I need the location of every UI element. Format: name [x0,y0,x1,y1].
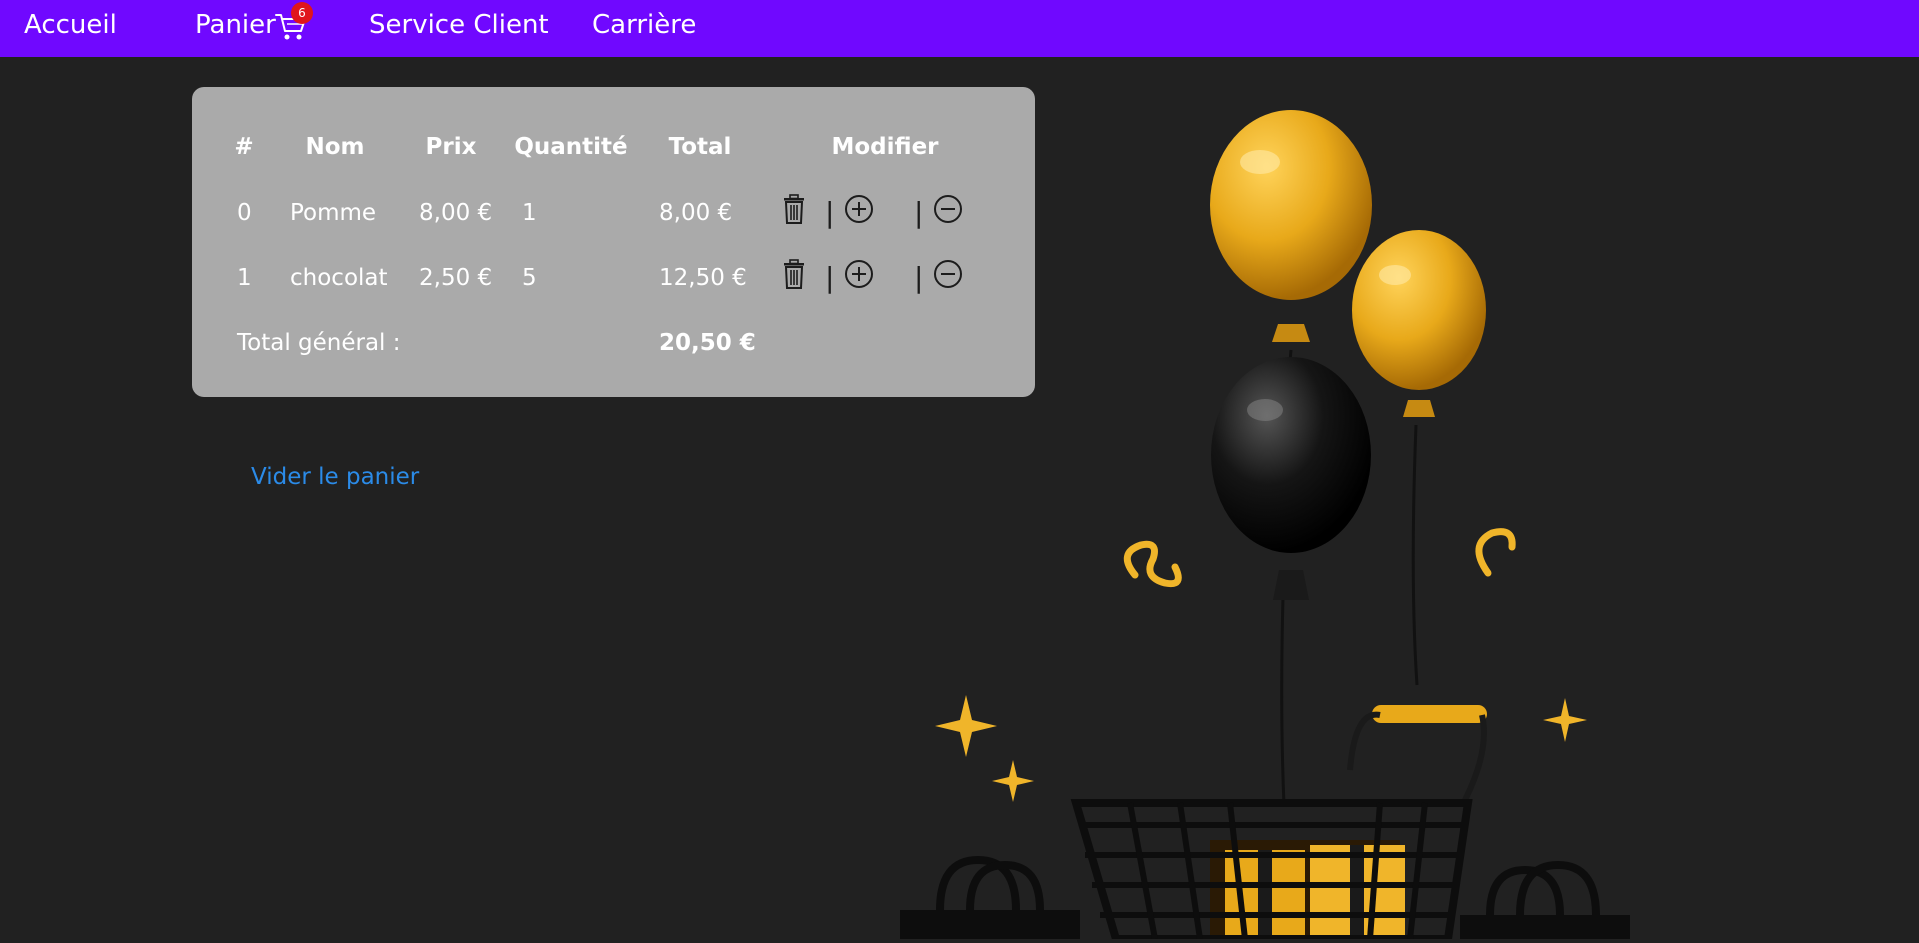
grand-total-label: Total général : [237,330,401,356]
cart-count-badge: 6 [291,2,313,24]
empty-cart-link[interactable]: Vider le panier [251,463,419,491]
star-sparkle [935,695,997,757]
row-name: chocolat [290,265,388,291]
trash-icon[interactable] [782,194,806,228]
row-total: 12,50 € [659,265,747,291]
nav-career-link[interactable]: Carrière [592,10,696,40]
row-total: 8,00 € [659,200,733,226]
header-total: Total [668,134,732,160]
action-separator: | [825,196,835,229]
nav-service-link[interactable]: Service Client [369,10,549,40]
header-quantity: Quantité [514,134,628,160]
header-price: Prix [425,134,477,160]
nav-cart-link[interactable]: Panier [195,10,276,40]
row-name: Pomme [290,200,377,226]
nav-home-link[interactable]: Accueil [24,10,117,40]
row-price: 2,50 € [419,265,493,291]
balloons-cart-illustration [880,110,1640,943]
header-index: # [234,134,254,160]
action-separator: | [825,261,835,294]
top-navbar: Accueil Panier 6 Service Client Carrière [0,0,1919,57]
row-index: 1 [237,265,252,291]
header-name: Nom [305,134,365,160]
plus-circle-icon[interactable] [844,194,874,228]
ribbon-confetti [1475,528,1516,577]
row-quantity: 5 [522,265,537,291]
grand-total-value: 20,50 € [659,330,756,356]
plus-circle-icon[interactable] [844,259,874,293]
row-price: 8,00 € [419,200,493,226]
black-balloon [1211,357,1371,600]
row-quantity: 1 [522,200,537,226]
trash-icon[interactable] [782,259,806,293]
gold-balloon [1210,110,1372,342]
star-sparkle [1543,698,1587,742]
shopping-bag [1460,860,1630,939]
ribbon-confetti [1123,540,1182,588]
star-sparkle [992,760,1034,802]
row-index: 0 [237,200,252,226]
shopping-bag [900,855,1080,939]
gold-balloon [1352,230,1486,417]
